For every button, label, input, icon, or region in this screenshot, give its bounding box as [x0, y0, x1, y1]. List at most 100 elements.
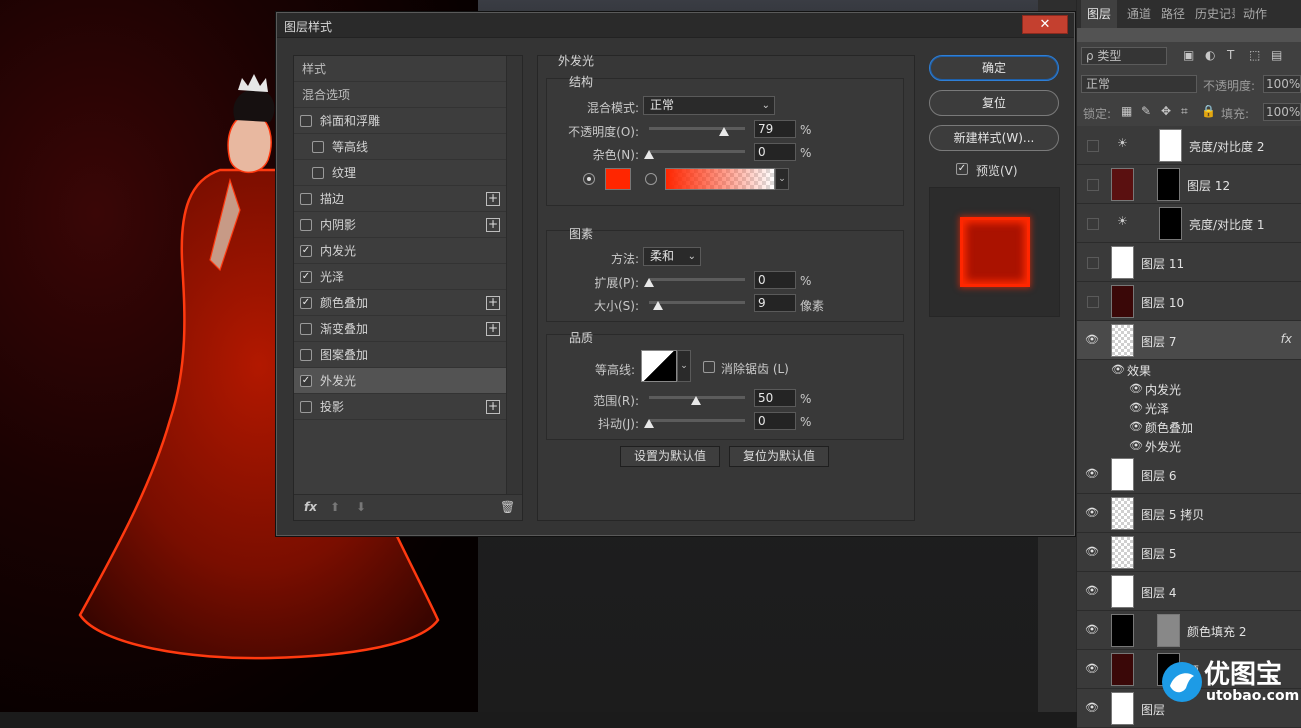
lock-position-icon[interactable]: ✥: [1161, 104, 1171, 118]
size-input[interactable]: 9: [754, 294, 796, 312]
panel-tab[interactable]: 历史记录: [1195, 0, 1235, 28]
panel-tab[interactable]: 动作: [1243, 0, 1267, 28]
layer-row[interactable]: 👁 图层 5 拷贝: [1077, 494, 1301, 533]
visibility-toggle[interactable]: [1087, 140, 1099, 152]
layer-effect-row[interactable]: 👁 外发光: [1077, 436, 1301, 455]
blend-mode-select[interactable]: 正常 ⌄: [643, 96, 775, 115]
type-filter-icon[interactable]: T: [1227, 48, 1234, 62]
layer-mask-thumbnail[interactable]: [1159, 207, 1182, 240]
visibility-toggle[interactable]: [1087, 257, 1099, 269]
move-down-icon[interactable]: ⬇: [356, 500, 366, 514]
style-checkbox[interactable]: ✓: [300, 245, 312, 257]
style-checkbox[interactable]: [312, 167, 324, 179]
visibility-eye-icon[interactable]: 👁: [1085, 467, 1099, 480]
add-style-icon[interactable]: +: [486, 218, 500, 232]
lock-all-icon[interactable]: 🔒: [1201, 104, 1216, 118]
new-style-button[interactable]: 新建样式(W)...: [929, 125, 1059, 151]
panel-tab[interactable]: 图层: [1081, 0, 1118, 28]
spread-slider-track[interactable]: [649, 278, 745, 281]
noise-slider-thumb[interactable]: [644, 150, 654, 159]
layer-mask-thumbnail[interactable]: [1157, 614, 1180, 647]
style-checkbox[interactable]: ✓: [300, 375, 312, 387]
style-item[interactable]: 图案叠加: [294, 342, 506, 368]
visibility-eye-icon[interactable]: 👁: [1085, 506, 1099, 519]
layer-thumbnail[interactable]: [1111, 536, 1134, 569]
fill-input[interactable]: 100%: [1263, 103, 1301, 121]
style-checkbox[interactable]: [312, 141, 324, 153]
layer-row[interactable]: 图层 11: [1077, 243, 1301, 282]
preview-checkbox[interactable]: ✓: [956, 163, 968, 175]
blending-options-item[interactable]: 混合选项: [294, 82, 506, 108]
lock-image-icon[interactable]: ✎: [1141, 104, 1151, 118]
add-style-icon[interactable]: +: [486, 296, 500, 310]
layer-fx-icon[interactable]: fx: [1281, 332, 1292, 346]
style-item[interactable]: ✓ 光泽: [294, 264, 506, 290]
style-checkbox[interactable]: ✓: [300, 271, 312, 283]
layer-effect-row[interactable]: 👁 内发光: [1077, 379, 1301, 398]
style-checkbox[interactable]: [300, 349, 312, 361]
trash-icon[interactable]: 🗑: [500, 500, 515, 514]
layer-row[interactable]: 图层 10: [1077, 282, 1301, 321]
style-checkbox[interactable]: [300, 193, 312, 205]
layer-row[interactable]: 👁 颜色填充 2: [1077, 611, 1301, 650]
gradient-radio[interactable]: [645, 173, 657, 185]
jitter-slider-thumb[interactable]: [644, 419, 654, 428]
layer-thumbnail[interactable]: [1111, 246, 1134, 279]
ok-button[interactable]: 确定: [929, 55, 1059, 81]
style-item[interactable]: ✓ 颜色叠加 +: [294, 290, 506, 316]
style-item[interactable]: 内阴影 +: [294, 212, 506, 238]
spread-slider-thumb[interactable]: [644, 278, 654, 287]
style-checkbox[interactable]: ✓: [300, 297, 312, 309]
layer-mask-thumbnail[interactable]: [1159, 129, 1182, 162]
visibility-toggle[interactable]: [1087, 218, 1099, 230]
visibility-eye-icon[interactable]: 👁: [1085, 701, 1099, 714]
layer-thumbnail[interactable]: [1111, 653, 1134, 686]
dialog-titlebar[interactable]: 图层样式 ✕: [277, 13, 1074, 38]
style-item[interactable]: 描边 +: [294, 186, 506, 212]
set-default-button[interactable]: 设置为默认值: [620, 446, 720, 467]
visibility-eye-icon[interactable]: 👁: [1085, 623, 1099, 636]
spread-input[interactable]: 0: [754, 271, 796, 289]
visibility-eye-icon[interactable]: 👁: [1085, 584, 1099, 597]
style-checkbox[interactable]: [300, 219, 312, 231]
effect-eye-icon[interactable]: 👁: [1129, 401, 1143, 414]
style-item[interactable]: 渐变叠加 +: [294, 316, 506, 342]
panel-tab[interactable]: 通道: [1127, 0, 1151, 28]
opacity-input[interactable]: 79: [754, 120, 796, 138]
style-item[interactable]: ✓ 内发光: [294, 238, 506, 264]
close-button[interactable]: ✕: [1022, 15, 1068, 34]
lock-artboard-icon[interactable]: ⌗: [1181, 104, 1188, 119]
layer-thumbnail[interactable]: [1111, 168, 1134, 201]
layer-thumbnail[interactable]: [1111, 285, 1134, 318]
range-input[interactable]: 50: [754, 389, 796, 407]
contour-preview[interactable]: [641, 350, 677, 382]
layer-row[interactable]: ☀ 亮度/对比度 2: [1077, 126, 1301, 165]
styles-list-scrollbar[interactable]: [506, 56, 522, 496]
opacity-slider-thumb[interactable]: [719, 127, 729, 136]
layer-row[interactable]: 👁 图层 5: [1077, 533, 1301, 572]
noise-input[interactable]: 0: [754, 143, 796, 161]
layer-row[interactable]: 👁 图层 4: [1077, 572, 1301, 611]
panel-tab[interactable]: 路径: [1161, 0, 1185, 28]
contour-dropdown-button[interactable]: ⌄: [677, 350, 691, 382]
layer-thumbnail[interactable]: [1111, 497, 1134, 530]
filter-kind-select[interactable]: ρ 类型: [1081, 47, 1167, 65]
jitter-input[interactable]: 0: [754, 412, 796, 430]
layer-thumbnail[interactable]: [1111, 614, 1134, 647]
smart-object-filter-icon[interactable]: ▤: [1271, 48, 1282, 62]
layer-effect-row[interactable]: 👁 效果: [1077, 360, 1301, 379]
layer-row[interactable]: 👁 图层 6: [1077, 455, 1301, 494]
panel-opacity-input[interactable]: 100%: [1263, 75, 1301, 93]
pixel-filter-icon[interactable]: ▣: [1183, 48, 1194, 62]
layer-thumbnail[interactable]: [1111, 575, 1134, 608]
opacity-slider-track[interactable]: [649, 127, 745, 130]
layer-thumbnail[interactable]: [1111, 324, 1134, 357]
gradient-picker[interactable]: [665, 168, 775, 190]
move-up-icon[interactable]: ⬆: [330, 500, 340, 514]
style-item[interactable]: ✓ 外发光: [294, 368, 506, 394]
layer-effect-row[interactable]: 👁 颜色叠加: [1077, 417, 1301, 436]
layer-effect-row[interactable]: 👁 光泽: [1077, 398, 1301, 417]
styles-header[interactable]: 样式: [294, 56, 506, 82]
adjustment-filter-icon[interactable]: ◐: [1205, 48, 1215, 62]
visibility-toggle[interactable]: [1087, 179, 1099, 191]
